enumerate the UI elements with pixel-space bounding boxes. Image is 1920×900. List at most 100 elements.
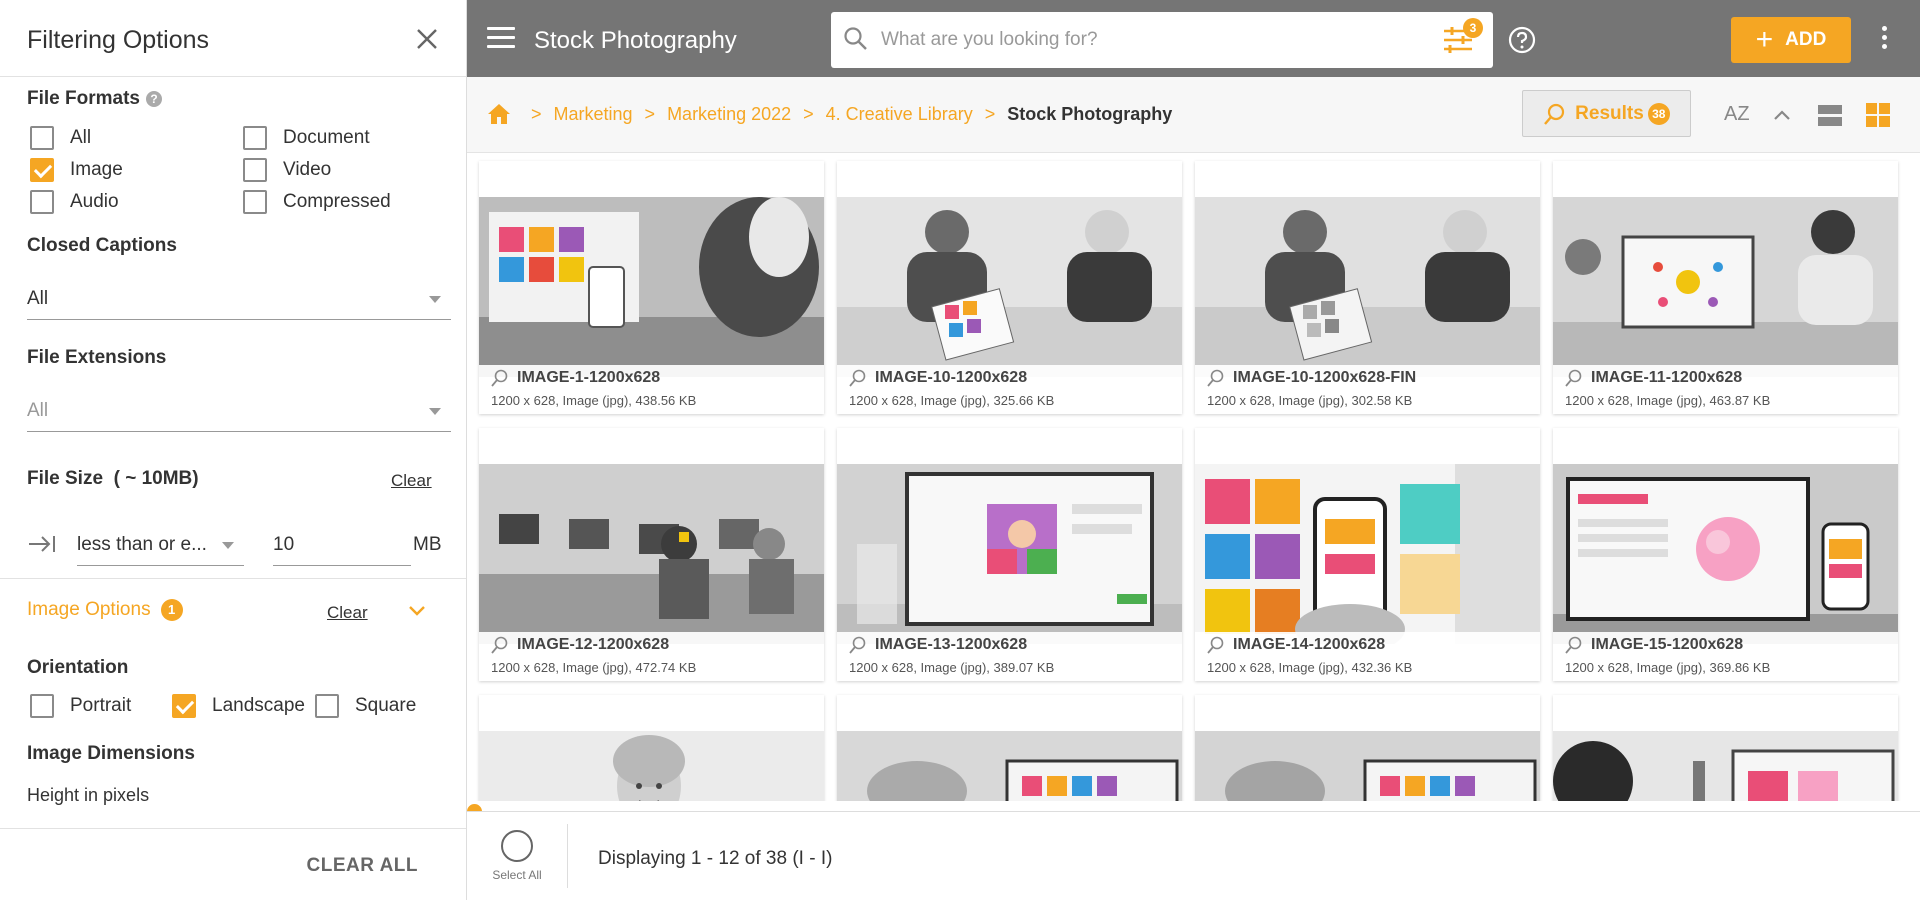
- breadcrumb-item-marketing-2022[interactable]: Marketing 2022: [667, 104, 791, 125]
- filter-sliders-button[interactable]: 3: [1441, 18, 1483, 58]
- checkbox-checked-icon[interactable]: [30, 158, 54, 182]
- breadcrumb-current: Stock Photography: [1007, 103, 1173, 124]
- closed-captions-select[interactable]: All: [27, 276, 451, 320]
- chevron-down-icon[interactable]: [408, 604, 426, 618]
- checkbox-icon[interactable]: [30, 694, 54, 718]
- format-checkbox-compressed[interactable]: Compressed: [243, 190, 391, 214]
- checkbox-icon[interactable]: [243, 126, 267, 150]
- format-checkbox-image[interactable]: Image: [30, 158, 123, 182]
- image-options-clear-link[interactable]: Clear: [327, 603, 368, 623]
- hamburger-menu-icon[interactable]: [487, 27, 515, 49]
- chevron-down-icon: [429, 408, 441, 415]
- format-checkbox-audio[interactable]: Audio: [30, 190, 119, 214]
- asset-name: IMAGE-11-1200x628: [1591, 369, 1743, 386]
- zoom-icon[interactable]: [1565, 369, 1583, 387]
- asset-thumbnail[interactable]: [1553, 731, 1898, 801]
- asset-name: IMAGE-14-1200x628: [1233, 636, 1386, 653]
- file-size-value-input[interactable]: 10: [273, 522, 411, 566]
- asset-thumbnail[interactable]: [1553, 197, 1898, 377]
- asset-card[interactable]: IMAGE-10-1200x628 1200 x 628, Image (jpg…: [837, 161, 1182, 414]
- orientation-checkbox-landscape[interactable]: Landscape: [172, 694, 305, 718]
- search-icon: [1544, 103, 1565, 125]
- format-checkbox-all[interactable]: All: [30, 126, 91, 150]
- divider: [0, 578, 466, 579]
- checkbox-icon[interactable]: [243, 190, 267, 214]
- sort-az-button[interactable]: AZ: [1724, 103, 1750, 126]
- zoom-icon[interactable]: [491, 369, 509, 387]
- zoom-icon[interactable]: [491, 636, 509, 654]
- asset-thumbnail[interactable]: [837, 464, 1182, 644]
- asset-grid[interactable]: IMAGE-1-1200x628 1200 x 628, Image (jpg)…: [467, 153, 1920, 801]
- checkbox-checked-icon[interactable]: [172, 694, 196, 718]
- breadcrumb-separator: >: [531, 103, 542, 124]
- asset-info: IMAGE-15-1200x628 1200 x 628, Image (jpg…: [1553, 632, 1898, 681]
- asset-thumbnail[interactable]: [1195, 197, 1540, 377]
- asset-thumbnail[interactable]: [837, 197, 1182, 377]
- asset-card[interactable]: IMAGE-15-1200x628 1200 x 628, Image (jpg…: [1553, 428, 1898, 681]
- list-view-icon[interactable]: [1817, 102, 1843, 128]
- file-size-clear-link[interactable]: Clear: [391, 471, 432, 491]
- home-icon[interactable]: [487, 103, 511, 125]
- clear-all-button[interactable]: CLEAR ALL: [307, 855, 418, 877]
- asset-card[interactable]: [1553, 695, 1898, 801]
- checkbox-icon[interactable]: [30, 126, 54, 150]
- format-checkbox-document[interactable]: Document: [243, 126, 370, 150]
- plus-icon: +: [1755, 23, 1774, 56]
- grid-view-icon[interactable]: [1865, 102, 1891, 128]
- asset-info: IMAGE-10-1200x628 1200 x 628, Image (jpg…: [837, 365, 1182, 414]
- asset-info: IMAGE-11-1200x628 1200 x 628, Image (jpg…: [1553, 365, 1898, 414]
- help-icon[interactable]: ?: [145, 90, 162, 107]
- footer-bar: Select All Displaying 1 - 12 of 38 (I - …: [467, 811, 1920, 900]
- chevron-down-icon: [222, 542, 234, 549]
- search-box: 3: [831, 12, 1493, 68]
- zoom-icon[interactable]: [1565, 636, 1583, 654]
- breadcrumb-item-marketing[interactable]: Marketing: [554, 104, 633, 125]
- asset-thumbnail[interactable]: [1195, 464, 1540, 644]
- select-circle-icon[interactable]: [501, 830, 533, 862]
- add-button[interactable]: + ADD: [1731, 17, 1851, 63]
- select-all-button[interactable]: Select All: [487, 830, 547, 882]
- asset-card[interactable]: [1195, 695, 1540, 801]
- pagination-status: Displaying 1 - 12 of 38 (I - I): [598, 848, 833, 869]
- zoom-icon[interactable]: [849, 369, 867, 387]
- file-size-operator-select[interactable]: less than or e...: [77, 522, 244, 566]
- asset-card[interactable]: IMAGE-10-1200x628-FIN 1200 x 628, Image …: [1195, 161, 1540, 414]
- close-icon[interactable]: [414, 26, 440, 52]
- asset-thumbnail[interactable]: [1553, 464, 1898, 644]
- checkbox-icon[interactable]: [243, 158, 267, 182]
- more-vertical-icon[interactable]: [1882, 26, 1890, 52]
- asset-card[interactable]: IMAGE-1-1200x628 1200 x 628, Image (jpg)…: [479, 161, 824, 414]
- zoom-icon[interactable]: [1207, 369, 1225, 387]
- image-options-header[interactable]: Image Options 1: [27, 599, 183, 621]
- height-in-pixels-label: Height in pixels: [27, 785, 150, 805]
- asset-thumbnail[interactable]: [1195, 731, 1540, 801]
- asset-info: IMAGE-14-1200x628 1200 x 628, Image (jpg…: [1195, 632, 1540, 681]
- results-button[interactable]: Results 38: [1522, 90, 1691, 137]
- asset-card[interactable]: IMAGE-12-1200x628 1200 x 628, Image (jpg…: [479, 428, 824, 681]
- zoom-icon[interactable]: [1207, 636, 1225, 654]
- orientation-checkbox-portrait[interactable]: Portrait: [30, 694, 131, 718]
- asset-card[interactable]: [479, 695, 824, 801]
- breadcrumb-item-creative-library[interactable]: 4. Creative Library: [826, 104, 973, 125]
- checkbox-icon[interactable]: [30, 190, 54, 214]
- asset-thumbnail[interactable]: [479, 731, 824, 801]
- format-checkbox-video[interactable]: Video: [243, 158, 331, 182]
- filter-panel-body[interactable]: File Formats? All Document Image Video A…: [0, 78, 466, 828]
- asset-card[interactable]: [837, 695, 1182, 801]
- asset-thumbnail[interactable]: [479, 464, 824, 644]
- orientation-checkbox-square[interactable]: Square: [315, 694, 416, 718]
- search-input[interactable]: [881, 24, 1401, 56]
- asset-card[interactable]: IMAGE-14-1200x628 1200 x 628, Image (jpg…: [1195, 428, 1540, 681]
- checkbox-icon[interactable]: [315, 694, 339, 718]
- asset-meta: 1200 x 628, Image (jpg), 325.66 KB: [849, 393, 1055, 408]
- asset-thumbnail[interactable]: [837, 731, 1182, 801]
- asset-card[interactable]: IMAGE-13-1200x628 1200 x 628, Image (jpg…: [837, 428, 1182, 681]
- asset-thumbnail[interactable]: [479, 197, 824, 377]
- asset-meta: 1200 x 628, Image (jpg), 463.87 KB: [1565, 393, 1771, 408]
- asset-info: IMAGE-1-1200x628 1200 x 628, Image (jpg)…: [479, 365, 824, 414]
- file-extensions-select[interactable]: All: [27, 388, 451, 432]
- asset-card[interactable]: IMAGE-11-1200x628 1200 x 628, Image (jpg…: [1553, 161, 1898, 414]
- zoom-icon[interactable]: [849, 636, 867, 654]
- chevron-up-icon[interactable]: [1772, 105, 1792, 125]
- help-circle-icon[interactable]: [1508, 26, 1536, 54]
